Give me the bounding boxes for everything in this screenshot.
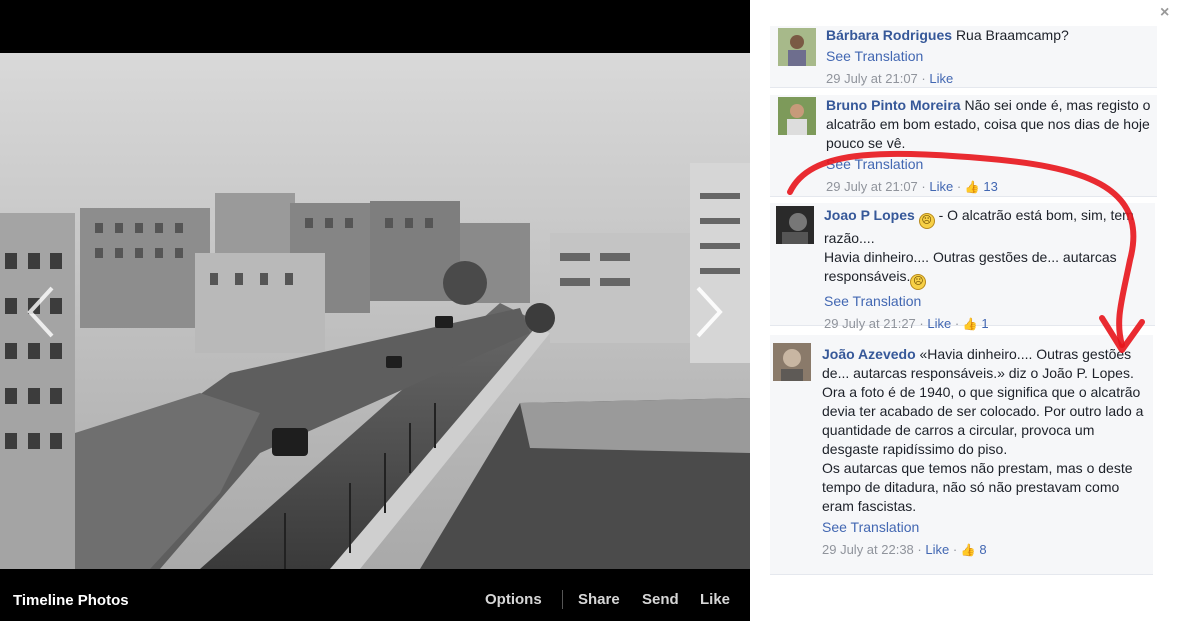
see-translation-link[interactable]: See Translation (822, 518, 1149, 537)
comment-text: Rua Braamcamp? (955, 27, 1069, 43)
chevron-left-icon[interactable] (26, 282, 56, 342)
avatar[interactable] (776, 206, 814, 244)
sad-face-icon: ☹ (918, 213, 935, 229)
comment-timestamp[interactable]: 29 July at 22:38 (822, 542, 914, 557)
historic-street-photo[interactable] (0, 53, 750, 569)
comment-item: Bruno Pinto Moreira Não sei onde é, mas … (770, 95, 1157, 197)
comment-timestamp[interactable]: 29 July at 21:07 (826, 179, 918, 194)
comment-like-link[interactable]: Like (929, 179, 953, 194)
comment-text-line2: Havia dinheiro.... Outras gestões de... … (824, 248, 1149, 290)
comment-text: Havia dinheiro.... Outras gestões de... … (824, 249, 1117, 284)
comment-text: «Havia dinheiro.... Outras gestões de...… (822, 346, 1144, 514)
options-button[interactable]: Options (485, 591, 542, 608)
comment-item: João Azevedo «Havia dinheiro.... Outras … (770, 335, 1153, 575)
thumbs-up-icon: 👍 (964, 180, 980, 194)
comment-like-count[interactable]: 👍 1 (963, 316, 989, 331)
send-button[interactable]: Send (642, 591, 679, 608)
comment-like-link[interactable]: Like (925, 542, 949, 557)
comment-meta: 29 July at 21:07 · Like (826, 71, 954, 86)
photo-actions-bar: Timeline Photos Options Share Send Like (0, 569, 750, 621)
comment-item: Joao P Lopes ☹ - O alcatrão está bom, si… (770, 203, 1155, 331)
like-count: 1 (981, 316, 989, 331)
comment-author[interactable]: Bárbara Rodrigues (826, 27, 952, 43)
avatar[interactable] (773, 343, 811, 381)
comment-meta: 29 July at 21:07 · Like · 👍 13 (826, 177, 1151, 197)
see-translation-link[interactable]: See Translation (826, 47, 1151, 66)
like-count: 8 (979, 542, 987, 557)
comment-meta: 29 July at 21:27 · Like · 👍 1 (824, 314, 1149, 334)
comment-timestamp[interactable]: 29 July at 21:27 (824, 316, 916, 331)
comment-like-link[interactable]: Like (927, 316, 951, 331)
divider (562, 590, 563, 609)
album-title[interactable]: Timeline Photos (13, 592, 129, 609)
chevron-right-icon[interactable] (694, 282, 724, 342)
comment-author[interactable]: Bruno Pinto Moreira (826, 97, 961, 113)
comment-author[interactable]: Joao P Lopes (824, 207, 915, 223)
like-count: 13 (983, 179, 998, 194)
see-translation-link[interactable]: See Translation (824, 292, 1149, 311)
share-button[interactable]: Share (578, 591, 620, 608)
comment-item: Bárbara Rodrigues Rua Braamcamp? See Tra… (770, 26, 1157, 88)
photo-theater: Timeline Photos Options Share Send Like … (0, 0, 1183, 621)
thumbs-up-icon: 👍 (962, 317, 978, 331)
avatar[interactable] (778, 28, 816, 66)
comments-panel: × Bárbara Rodrigues Rua Braamcamp? See T… (750, 0, 1183, 621)
comment-like-link[interactable]: Like (929, 71, 953, 86)
comment-like-count[interactable]: 👍 13 (965, 179, 998, 194)
comment-like-count[interactable]: 👍 8 (961, 542, 987, 557)
comment-meta: 29 July at 22:38 · Like · 👍 8 (822, 540, 1149, 560)
see-translation-link[interactable]: See Translation (826, 155, 1151, 174)
comment-timestamp[interactable]: 29 July at 21:07 (826, 71, 918, 86)
close-icon[interactable]: × (1160, 4, 1169, 22)
sad-face-icon: ☹ (910, 274, 927, 290)
avatar[interactable] (778, 97, 816, 135)
comment-author[interactable]: João Azevedo (822, 346, 916, 362)
photo-viewer: Timeline Photos Options Share Send Like (0, 0, 750, 621)
like-button[interactable]: Like (700, 591, 730, 608)
thumbs-up-icon: 👍 (960, 543, 976, 557)
